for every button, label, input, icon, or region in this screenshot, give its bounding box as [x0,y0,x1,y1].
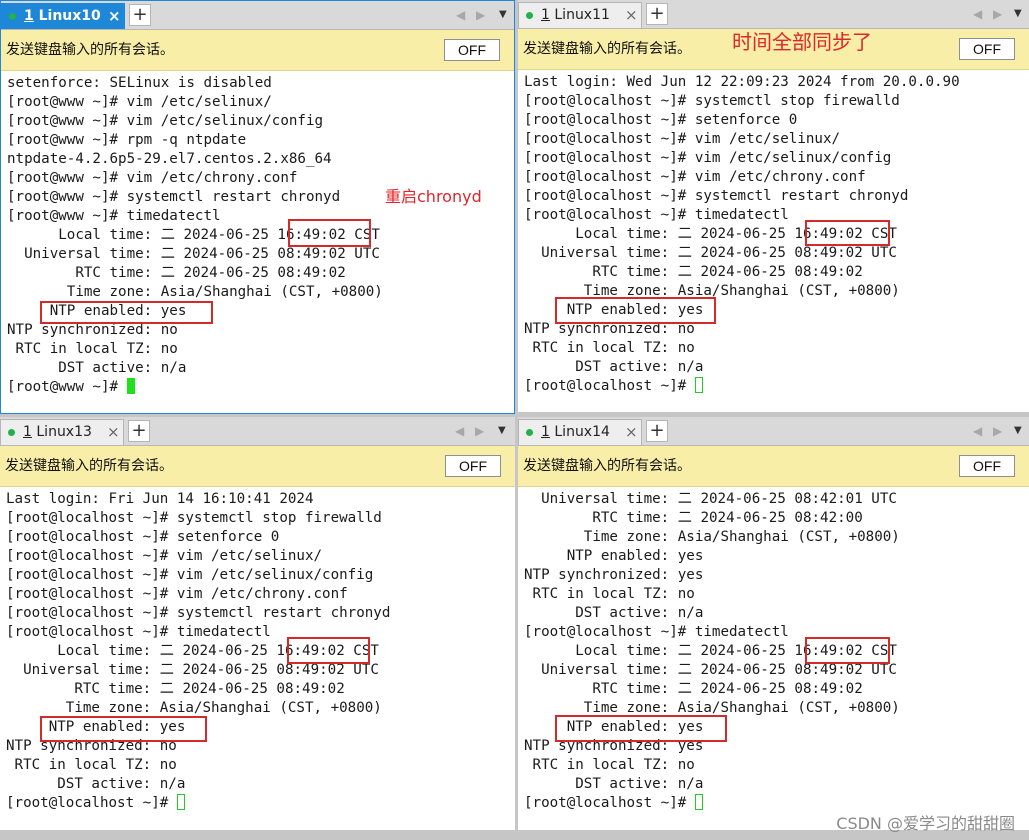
scroll-tabs-right-icon[interactable]: ▶ [993,3,1002,25]
broadcast-input-bar: 发送键盘输入的所有会话。 OFF [518,446,1029,487]
tab-label: 1 Linux13 [23,424,92,440]
tab-menu-icon[interactable]: ▼ [499,4,507,26]
broadcast-input-text: 发送键盘输入的所有会话。 [523,41,691,57]
tab-linux10[interactable]: 1 Linux10 × [1,3,125,29]
scroll-tabs-right-icon[interactable]: ▶ [475,420,484,442]
annotation-note: 重启chronyd [385,187,482,206]
connected-status-icon [8,429,15,436]
broadcast-input-text: 发送键盘输入的所有会话。 [6,42,174,58]
close-tab-icon[interactable]: × [108,4,121,29]
scroll-tabs-left-icon[interactable]: ◀ [455,420,464,442]
tab-bar: 1 Linux11 × + ◀ ▶ ▼ [518,0,1029,29]
terminal-cursor [694,794,703,810]
terminal-cursor [176,794,185,810]
tab-menu-icon[interactable]: ▼ [1014,420,1022,442]
terminal-pane-linux13: 1 Linux13 × + ◀ ▶ ▼ 发送键盘输入的所有会话。 OFF Las… [0,417,515,830]
local-time-highlight [287,637,370,664]
broadcast-input-text: 发送键盘输入的所有会话。 [523,458,691,474]
broadcast-off-button[interactable]: OFF [445,455,501,477]
ntp-enabled-highlight [555,297,716,324]
connected-status-icon [526,429,533,436]
terminal-output[interactable]: Last login: Wed Jun 12 22:09:23 2024 fro… [524,73,960,396]
terminal-cursor [694,377,703,393]
tab-bar: 1 Linux14 × + ◀ ▶ ▼ [518,417,1029,446]
terminal-pane-linux10: 1 Linux10 × + ◀ ▶ ▼ 发送键盘输入的所有会话。 OFF set… [0,0,515,414]
close-tab-icon[interactable]: × [625,420,638,445]
tab-bar: 1 Linux10 × + ◀ ▶ ▼ [1,1,514,30]
terminal-cursor [126,378,135,394]
scroll-tabs-left-icon[interactable]: ◀ [456,4,465,26]
scroll-tabs-right-icon[interactable]: ▶ [476,4,485,26]
tab-linux11[interactable]: 1 Linux11 × [518,2,642,28]
tab-label: 1 Linux14 [541,424,610,440]
tab-bar: 1 Linux13 × + ◀ ▶ ▼ [0,417,515,446]
ntp-enabled-highlight [555,715,727,742]
broadcast-input-bar: 发送键盘输入的所有会话。 OFF [0,446,515,487]
csdn-watermark: CSDN @爱学习的甜甜圈 [836,814,1015,833]
connected-status-icon [526,12,533,19]
annotation-note: 时间全部同步了 [732,30,872,54]
close-tab-icon[interactable]: × [107,420,120,445]
local-time-highlight [805,220,890,246]
new-tab-button[interactable]: + [646,420,668,442]
terminal-pane-linux11: 1 Linux11 × + ◀ ▶ ▼ 发送键盘输入的所有会话。 OFF Las… [518,0,1029,412]
local-time-highlight [805,637,890,664]
broadcast-input-bar: 发送键盘输入的所有会话。 OFF [1,30,514,71]
scroll-tabs-left-icon[interactable]: ◀ [973,420,982,442]
ntp-enabled-highlight [40,716,207,742]
tab-menu-icon[interactable]: ▼ [498,420,506,442]
broadcast-off-button[interactable]: OFF [444,39,500,61]
tab-linux13[interactable]: 1 Linux13 × [0,419,124,445]
tab-label: 1 Linux11 [541,7,610,23]
terminal-pane-linux14: 1 Linux14 × + ◀ ▶ ▼ 发送键盘输入的所有会话。 OFF Uni… [518,417,1029,830]
tab-menu-icon[interactable]: ▼ [1014,3,1022,25]
tab-label: 1 Linux10 [24,8,101,24]
local-time-highlight [288,219,371,247]
new-tab-button[interactable]: + [129,4,151,26]
scroll-tabs-right-icon[interactable]: ▶ [993,420,1002,442]
connected-status-icon [9,13,16,20]
new-tab-button[interactable]: + [128,420,150,442]
broadcast-off-button[interactable]: OFF [959,455,1015,477]
broadcast-input-text: 发送键盘输入的所有会话。 [5,458,173,474]
broadcast-off-button[interactable]: OFF [959,38,1015,60]
ntp-enabled-highlight [40,301,213,324]
tab-linux14[interactable]: 1 Linux14 × [518,419,642,445]
new-tab-button[interactable]: + [646,3,668,25]
close-tab-icon[interactable]: × [625,3,638,28]
scroll-tabs-left-icon[interactable]: ◀ [973,3,982,25]
